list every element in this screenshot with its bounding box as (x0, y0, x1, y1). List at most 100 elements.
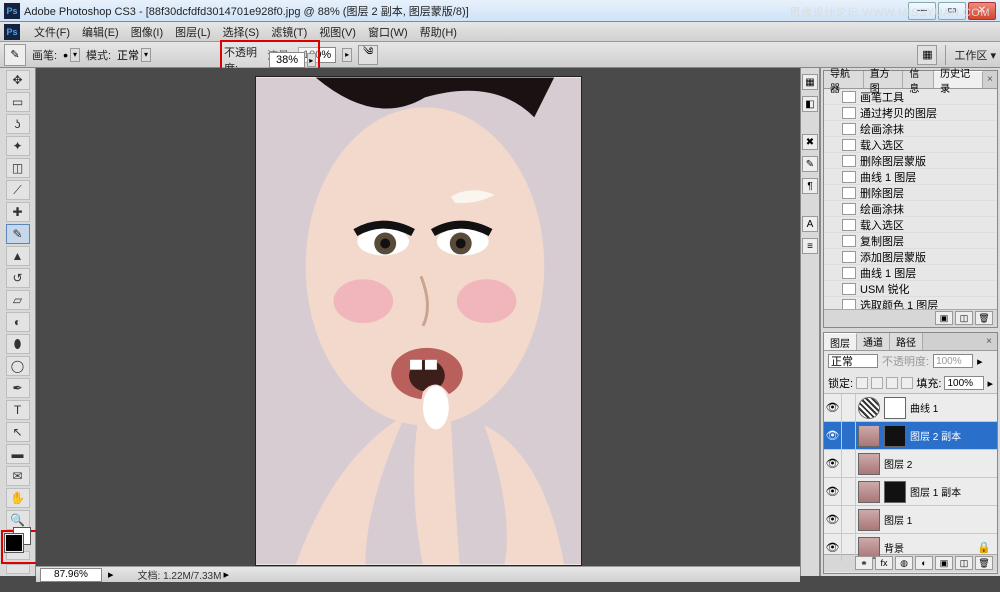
lock-pixels-icon[interactable] (871, 377, 883, 389)
tab-channels[interactable]: 通道 (857, 333, 890, 350)
history-item[interactable]: 载入选区 (824, 217, 997, 233)
visibility-toggle[interactable]: 👁 (824, 394, 842, 421)
layer-fx-icon[interactable]: fx (875, 556, 893, 570)
tool-eyedropper[interactable]: ⟋ (6, 180, 30, 200)
menu-filter[interactable]: 滤镜(T) (265, 22, 313, 42)
lock-transparency-icon[interactable] (856, 377, 868, 389)
mode-select[interactable]: 正常 ▾ (117, 47, 151, 63)
panel-close-icon[interactable]: × (983, 71, 997, 88)
link-layers-icon[interactable]: ⚭ (855, 556, 873, 570)
tool-blur[interactable]: ⬮ (6, 334, 30, 354)
menu-select[interactable]: 选择(S) (217, 22, 266, 42)
flow-caret[interactable]: ▸ (342, 48, 352, 62)
tool-shape[interactable]: ▬ (6, 444, 30, 464)
panel-close-icon[interactable]: × (981, 333, 997, 350)
trash-icon[interactable]: 🗑 (975, 556, 993, 570)
tool-history-brush[interactable]: ↺ (6, 268, 30, 288)
visibility-toggle[interactable]: 👁 (824, 450, 842, 477)
new-layer-icon[interactable]: ◫ (955, 556, 973, 570)
menu-image[interactable]: 图像(I) (125, 22, 169, 42)
tab-navigator[interactable]: 导航器 (824, 71, 864, 88)
menu-layer[interactable]: 图层(L) (169, 22, 216, 42)
tab-histogram[interactable]: 直方图 (864, 71, 904, 88)
tab-layers[interactable]: 图层 (824, 333, 857, 350)
visibility-toggle[interactable]: 👁 (824, 422, 842, 449)
history-item[interactable]: 曲线 1 图层 (824, 265, 997, 281)
layer-row[interactable]: 👁图层 2 (824, 450, 997, 478)
menu-file[interactable]: 文件(F) (28, 22, 76, 42)
tool-preset-icon[interactable]: ✎ (4, 44, 26, 66)
tool-pen[interactable]: ✒ (6, 378, 30, 398)
fill-value[interactable]: 100% (944, 376, 984, 390)
history-item[interactable]: 添加图层蒙版 (824, 249, 997, 265)
launch-bridge-icon[interactable]: ▦ (917, 45, 937, 65)
palette-strip-icon[interactable]: ¶ (802, 178, 818, 194)
menu-edit[interactable]: 编辑(E) (76, 22, 125, 42)
tool-hand[interactable]: ✋ (6, 488, 30, 508)
blend-mode-select[interactable]: 正常 (828, 354, 878, 368)
history-item[interactable]: 绘画涂抹 (824, 201, 997, 217)
history-item[interactable]: 删除图层蒙版 (824, 153, 997, 169)
maximize-button[interactable]: ▭ (938, 2, 966, 20)
history-item[interactable]: 选取颜色 1 图层 (824, 297, 997, 309)
palette-strip-icon[interactable]: ◧ (802, 96, 818, 112)
history-item[interactable]: 绘画涂抹 (824, 121, 997, 137)
tool-crop[interactable]: ◫ (6, 158, 30, 178)
visibility-toggle[interactable]: 👁 (824, 534, 842, 561)
document-canvas[interactable] (255, 76, 582, 566)
tool-notes[interactable]: ✉ (6, 466, 30, 486)
lock-all-icon[interactable] (901, 377, 913, 389)
tool-brush[interactable]: ✎ (6, 224, 30, 244)
palette-strip-icon[interactable]: ✎ (802, 156, 818, 172)
tab-paths[interactable]: 路径 (890, 333, 923, 350)
trash-icon[interactable]: 🗑 (975, 311, 993, 325)
layer-group-icon[interactable]: ▣ (935, 556, 953, 570)
layer-mask-icon[interactable]: ◍ (895, 556, 913, 570)
workspace-menu[interactable]: 工作区 ▾ (954, 47, 996, 63)
tab-info[interactable]: 信息 (903, 71, 934, 88)
tool-lasso[interactable]: ʖ (6, 114, 30, 134)
screenmode-toggle[interactable] (6, 564, 30, 574)
airbrush-icon[interactable]: ༄ (358, 45, 378, 65)
tool-move[interactable]: ✥ (6, 70, 30, 90)
palette-strip-icon[interactable]: A (802, 216, 818, 232)
adjustment-layer-icon[interactable]: ◐ (915, 556, 933, 570)
tool-wand[interactable]: ✦ (6, 136, 30, 156)
tool-gradient[interactable]: ◐ (6, 312, 30, 332)
opacity-value[interactable]: 38% (269, 52, 304, 68)
layer-row[interactable]: 👁图层 2 副本 (824, 422, 997, 450)
opacity-caret[interactable]: ▸ (307, 53, 316, 67)
history-item[interactable]: 复制图层 (824, 233, 997, 249)
menu-view[interactable]: 视图(V) (313, 22, 362, 42)
tool-heal[interactable]: ✚ (6, 202, 30, 222)
layer-row[interactable]: 👁图层 1 (824, 506, 997, 534)
palette-strip-icon[interactable]: ▦ (802, 74, 818, 90)
layer-row[interactable]: 👁图层 1 副本 (824, 478, 997, 506)
minimize-button[interactable]: — (908, 2, 936, 20)
tool-path-select[interactable]: ↖ (6, 422, 30, 442)
history-item[interactable]: USM 锐化 (824, 281, 997, 297)
history-new-icon[interactable]: ◫ (955, 311, 973, 325)
history-snapshot-icon[interactable]: ▣ (935, 311, 953, 325)
menu-help[interactable]: 帮助(H) (414, 22, 463, 42)
tool-dodge[interactable]: ◯ (6, 356, 30, 376)
visibility-toggle[interactable]: 👁 (824, 506, 842, 533)
history-item[interactable]: 删除图层 (824, 185, 997, 201)
color-swatch[interactable] (5, 534, 31, 545)
brush-picker[interactable]: •▾ (63, 47, 80, 63)
visibility-toggle[interactable]: 👁 (824, 478, 842, 505)
lock-position-icon[interactable] (886, 377, 898, 389)
tool-marquee[interactable]: ▭ (6, 92, 30, 112)
palette-strip-icon[interactable]: ✖ (802, 134, 818, 150)
history-item[interactable]: 通过拷贝的图层 (824, 105, 997, 121)
tab-history[interactable]: 历史记录 (934, 71, 983, 88)
history-item[interactable]: 曲线 1 图层 (824, 169, 997, 185)
history-item[interactable]: 载入选区 (824, 137, 997, 153)
zoom-field[interactable]: 87.96% (40, 568, 102, 582)
close-button[interactable]: ✕ (968, 2, 996, 20)
layer-opacity-value[interactable]: 100% (933, 354, 973, 368)
foreground-color[interactable] (5, 534, 23, 552)
tool-stamp[interactable]: ▲ (6, 246, 30, 266)
layer-row[interactable]: 👁曲线 1 (824, 394, 997, 422)
tool-type[interactable]: T (6, 400, 30, 420)
